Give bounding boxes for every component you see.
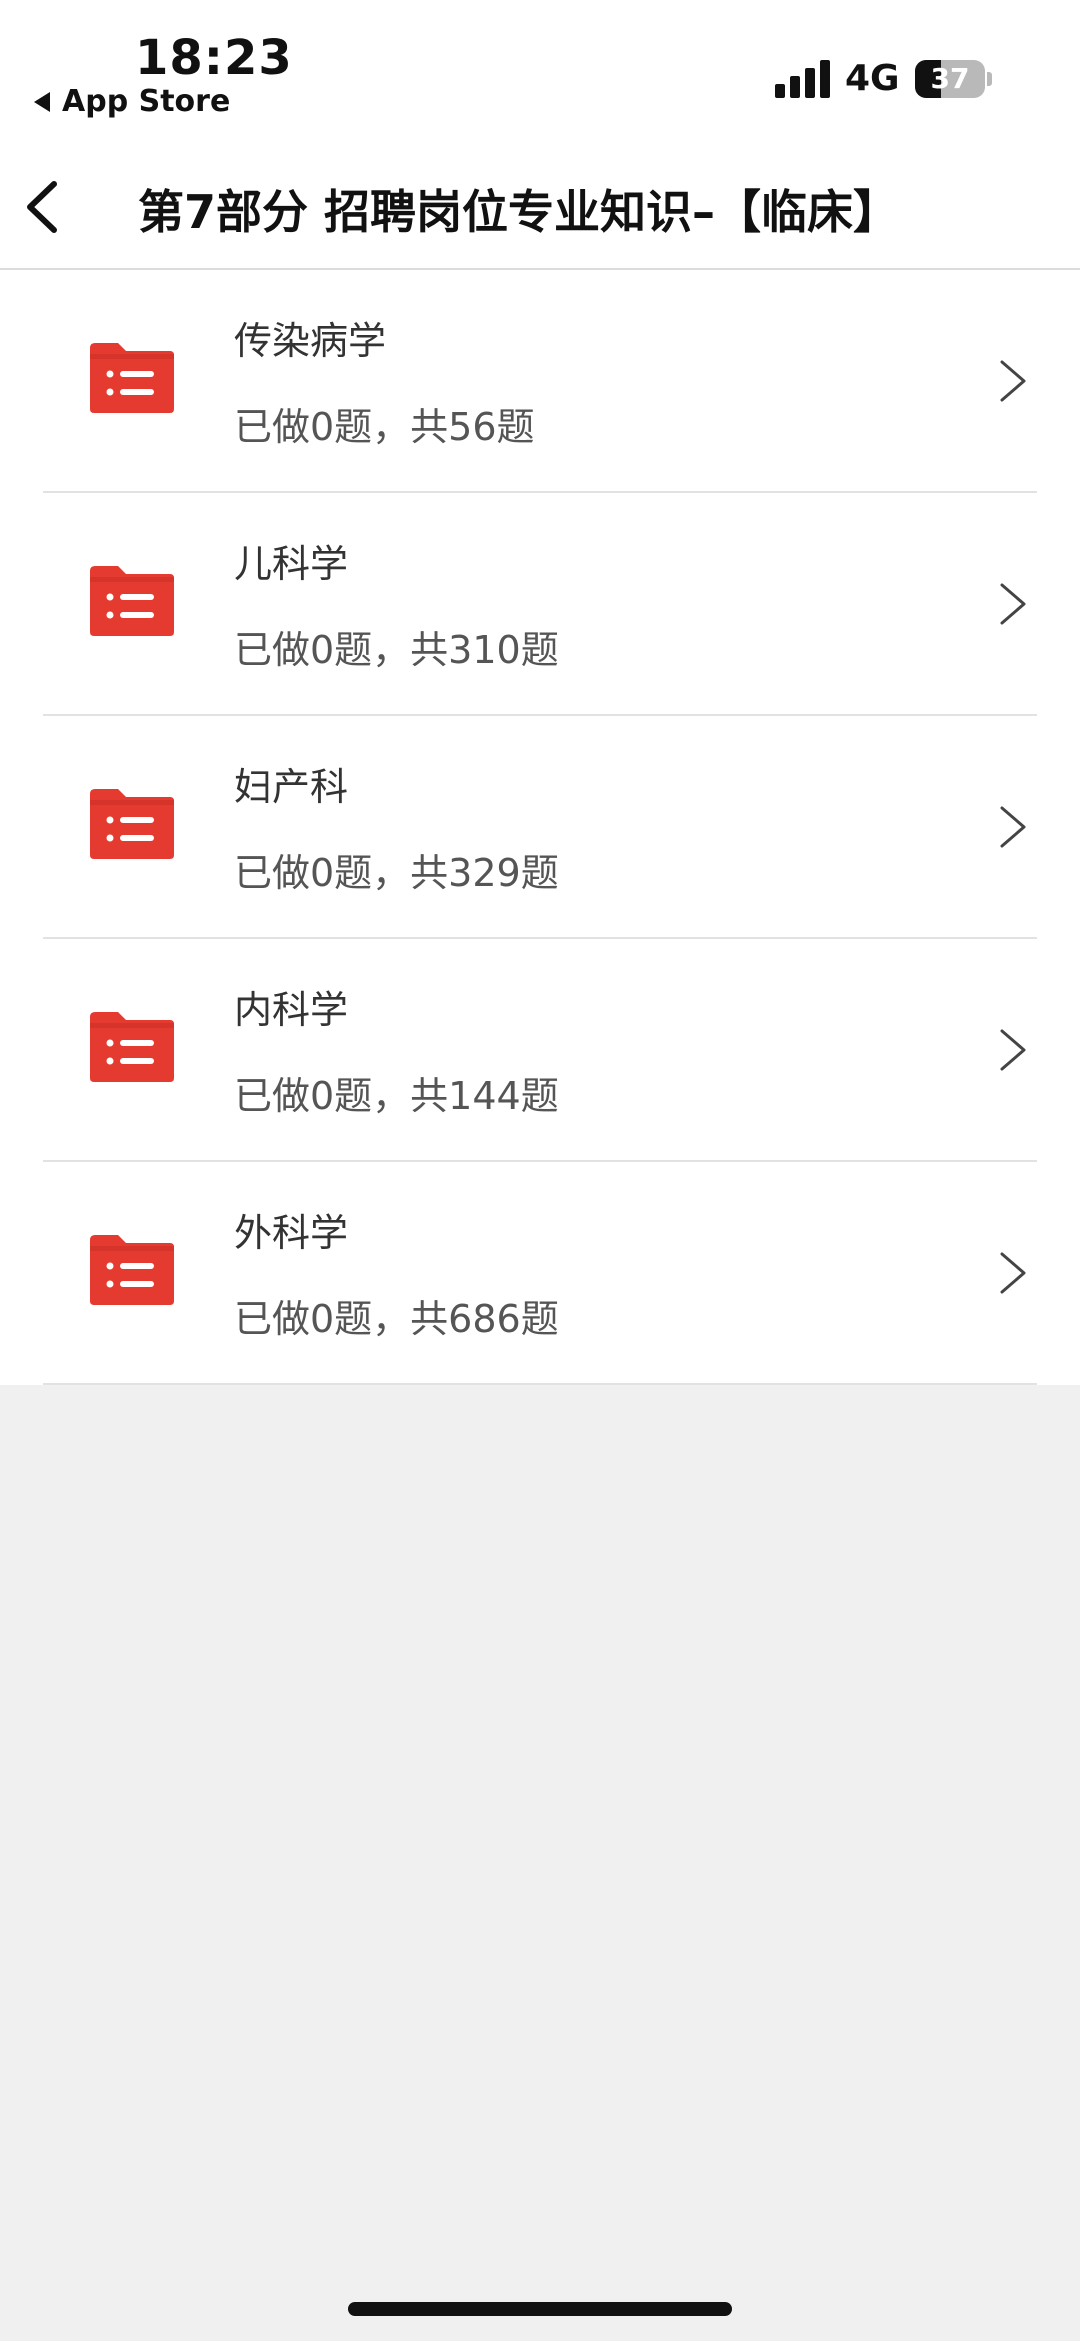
nav-bar: 第7部分 招聘岗位专业知识–【临床】 <box>0 150 1080 270</box>
chapter-title: 内科学 <box>234 988 349 1032</box>
status-bar: 18:23 App Store 4G 37 <box>0 0 1080 150</box>
battery-icon: 37 <box>915 60 985 98</box>
list-folder-icon <box>90 343 174 413</box>
chevron-right-icon <box>1000 1252 1026 1294</box>
page-title: 第7部分 招聘岗位专业知识–【临床】 <box>138 185 900 239</box>
home-indicator <box>348 2302 732 2316</box>
back-button[interactable] <box>18 174 78 240</box>
battery-percent: 37 <box>930 62 970 95</box>
back-triangle-icon <box>34 92 50 112</box>
chevron-right-icon <box>1000 806 1026 848</box>
list-folder-icon <box>90 566 174 636</box>
divider <box>43 1383 1037 1385</box>
chapter-title: 儿科学 <box>234 542 349 586</box>
chapter-list: 传染病学 已做0题，共56题 儿科学 已做0题，共310题 妇产科 已做0题，共… <box>0 270 1080 1385</box>
chapter-list-item-3[interactable]: 妇产科 已做0题，共329题 <box>0 716 1080 939</box>
chapter-title: 传染病学 <box>234 319 387 363</box>
chevron-right-icon <box>1000 360 1026 402</box>
back-to-app-store[interactable]: App Store <box>34 84 230 119</box>
chapter-progress: 已做0题，共144题 <box>234 1074 559 1118</box>
chevron-left-icon <box>27 181 57 233</box>
chapter-title: 妇产科 <box>234 765 349 809</box>
chapter-list-item-1[interactable]: 传染病学 已做0题，共56题 <box>0 270 1080 493</box>
status-time: 18:23 <box>135 30 293 86</box>
chapter-list-item-4[interactable]: 内科学 已做0题，共144题 <box>0 939 1080 1162</box>
chapter-list-item-5[interactable]: 外科学 已做0题，共686题 <box>0 1162 1080 1385</box>
chevron-right-icon <box>1000 1029 1026 1071</box>
list-folder-icon <box>90 789 174 859</box>
chapter-progress: 已做0题，共56题 <box>234 405 535 449</box>
network-type: 4G <box>845 58 900 99</box>
chapter-progress: 已做0题，共686题 <box>234 1297 559 1341</box>
battery-cap <box>987 72 992 86</box>
chapter-title: 外科学 <box>234 1211 349 1255</box>
chapter-progress: 已做0题，共329题 <box>234 851 559 895</box>
chapter-list-item-2[interactable]: 儿科学 已做0题，共310题 <box>0 493 1080 716</box>
back-app-label: App Store <box>62 84 231 119</box>
chevron-right-icon <box>1000 583 1026 625</box>
list-folder-icon <box>90 1235 174 1305</box>
chapter-progress: 已做0题，共310题 <box>234 628 559 672</box>
cellular-signal-icon <box>775 60 831 98</box>
list-folder-icon <box>90 1012 174 1082</box>
